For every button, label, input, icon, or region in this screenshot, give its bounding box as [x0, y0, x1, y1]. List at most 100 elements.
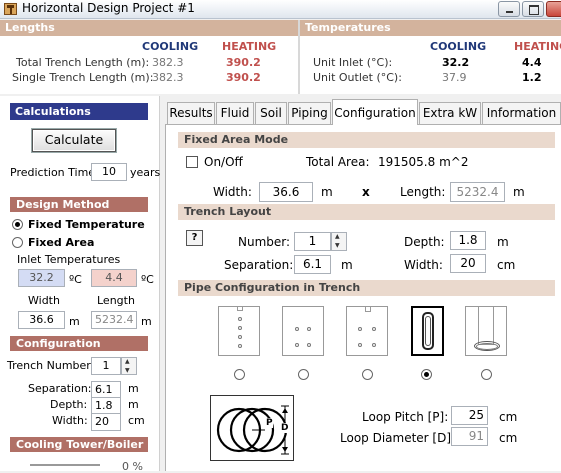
- temps-heating-header: HEATING: [514, 40, 561, 53]
- summary-divider: [298, 20, 300, 94]
- left-depth-unit: m: [128, 398, 139, 411]
- pipe-config-radio-2[interactable]: [298, 369, 309, 380]
- prediction-time-input[interactable]: 10: [91, 163, 127, 181]
- left-width-label: Width: [28, 294, 60, 307]
- lengths-header: Lengths: [0, 20, 298, 36]
- unit-outlet-label: Unit Outlet (°C):: [313, 71, 402, 84]
- total-trench-length-heating: 390.2: [226, 56, 261, 69]
- window-title: Horizontal Design Project #1: [22, 1, 195, 15]
- slinky-loop-diagram: P D: [210, 395, 294, 461]
- trench-width-label: Width:: [404, 258, 443, 272]
- left-length-unit: m: [141, 315, 152, 328]
- config-width-unit: m: [321, 185, 333, 199]
- pipe-config-radio-5[interactable]: [481, 369, 492, 380]
- loop-diameter-label: Loop Diameter [D]:: [340, 431, 456, 445]
- trench-number-spinner[interactable]: [121, 357, 137, 375]
- cooling-tower-boiler-header: Cooling Tower/Boiler: [10, 437, 148, 452]
- left-width-unit: m: [69, 315, 80, 328]
- lengths-cooling-header: COOLING: [142, 40, 199, 53]
- temperatures-header: Temperatures: [300, 20, 561, 36]
- pipe-config-radio-1[interactable]: [234, 369, 245, 380]
- tab-configuration[interactable]: Configuration: [332, 99, 418, 125]
- lengths-heating-header: HEATING: [222, 40, 277, 53]
- inlet-heating-unit: ºC: [141, 273, 154, 286]
- cooling-tower-slider[interactable]: [30, 464, 100, 466]
- pipe-configuration-header: Pipe Configuration in Trench: [178, 280, 555, 296]
- prediction-time-label: Prediction Time:: [10, 166, 99, 179]
- diagram-diameter-label: D: [281, 423, 289, 433]
- pipe-config-radio-3[interactable]: [362, 369, 373, 380]
- left-trench-width-input[interactable]: 20: [91, 413, 121, 431]
- tab-results[interactable]: Results: [167, 102, 215, 124]
- config-length-label: Length:: [400, 185, 446, 199]
- inlet-temperatures-label: Inlet Temperatures: [17, 253, 121, 266]
- number-spinner[interactable]: [331, 232, 347, 251]
- calculate-button[interactable]: Calculate: [32, 129, 116, 152]
- onoff-checkbox[interactable]: [186, 156, 198, 168]
- calculations-header: Calculations: [10, 103, 148, 120]
- left-separation-label: Separation:: [28, 382, 92, 395]
- unit-outlet-cooling: 37.9: [442, 71, 467, 84]
- total-area-value: 191505.8 m^2: [378, 155, 469, 169]
- configuration-header: Configuration: [10, 336, 148, 351]
- inlet-cooling-input[interactable]: 32.2: [18, 269, 65, 287]
- unit-inlet-heating: 4.4: [522, 56, 542, 69]
- temps-cooling-header: COOLING: [430, 40, 487, 53]
- left-trench-width-label: Width:: [52, 414, 88, 427]
- unit-outlet-heating: 1.2: [522, 71, 542, 84]
- close-button[interactable]: [546, 1, 561, 17]
- tab-information[interactable]: Information: [482, 102, 561, 124]
- fixed-area-mode-header: Fixed Area Mode: [178, 132, 555, 148]
- loop-diameter-unit: cm: [499, 431, 518, 445]
- single-trench-length-heating: 390.2: [226, 71, 261, 84]
- pipe-config-horizontal-slinky-image[interactable]: [465, 306, 507, 356]
- inlet-heating-input[interactable]: 4.4: [91, 269, 137, 287]
- pipe-config-vertical-slinky-image[interactable]: [411, 306, 444, 356]
- trench-number-input[interactable]: 1: [91, 357, 121, 375]
- depth-input[interactable]: 1.8: [450, 231, 486, 250]
- help-button[interactable]: ?: [186, 230, 203, 246]
- separation-label: Separation:: [224, 258, 294, 272]
- loop-pitch-input[interactable]: 25: [451, 406, 488, 425]
- tab-fluid[interactable]: Fluid: [216, 102, 254, 124]
- separation-unit: m: [341, 258, 353, 272]
- number-input[interactable]: 1: [294, 232, 331, 251]
- unit-inlet-cooling: 32.2: [442, 56, 470, 69]
- separation-input[interactable]: 6.1: [294, 255, 331, 274]
- cooling-tower-percent: 0 %: [122, 460, 143, 473]
- total-area-label: Total Area:: [306, 155, 370, 169]
- trench-width-input[interactable]: 20: [450, 254, 486, 273]
- app-icon: [4, 3, 17, 15]
- fixed-temperature-radio[interactable]: [12, 219, 23, 230]
- maximize-button[interactable]: [522, 1, 544, 17]
- config-width-input[interactable]: 36.6: [259, 182, 313, 202]
- tab-extra-kw[interactable]: Extra kW: [419, 102, 481, 124]
- design-method-header: Design Method: [10, 197, 148, 212]
- pipe-config-two-columns-image[interactable]: [282, 306, 324, 356]
- loop-diameter-input[interactable]: 91: [451, 427, 488, 446]
- config-width-label: Width:: [213, 185, 252, 199]
- left-width-input[interactable]: 36.6: [18, 311, 65, 329]
- pipe-config-vertical-column-image[interactable]: [218, 306, 260, 356]
- fixed-area-radio[interactable]: [12, 237, 23, 248]
- left-trench-width-unit: cm: [128, 414, 145, 427]
- minimize-button[interactable]: [498, 1, 520, 17]
- total-trench-length-label: Total Trench Length (m):: [16, 56, 150, 69]
- config-length-unit: m: [513, 185, 525, 199]
- config-length-input[interactable]: 5232.4: [450, 182, 505, 202]
- loop-pitch-unit: cm: [499, 410, 518, 424]
- times-symbol: x: [362, 185, 370, 199]
- tab-soil[interactable]: Soil: [255, 102, 287, 124]
- fixed-area-label: Fixed Area: [28, 236, 95, 249]
- depth-unit: m: [497, 235, 509, 249]
- pipe-config-radio-4[interactable]: [421, 369, 432, 380]
- single-trench-length-cooling: 382.3: [152, 71, 184, 84]
- left-separation-unit: m: [128, 382, 139, 395]
- diagram-pitch-label: P: [266, 418, 273, 428]
- pipe-config-four-pipes-image[interactable]: [346, 306, 388, 356]
- left-length-input[interactable]: 5232.4: [91, 311, 137, 329]
- tab-piping[interactable]: Piping: [288, 102, 331, 124]
- number-label: Number:: [238, 235, 291, 249]
- single-trench-length-label: Single Trench Length (m):: [12, 71, 154, 84]
- onoff-label: On/Off: [204, 155, 243, 169]
